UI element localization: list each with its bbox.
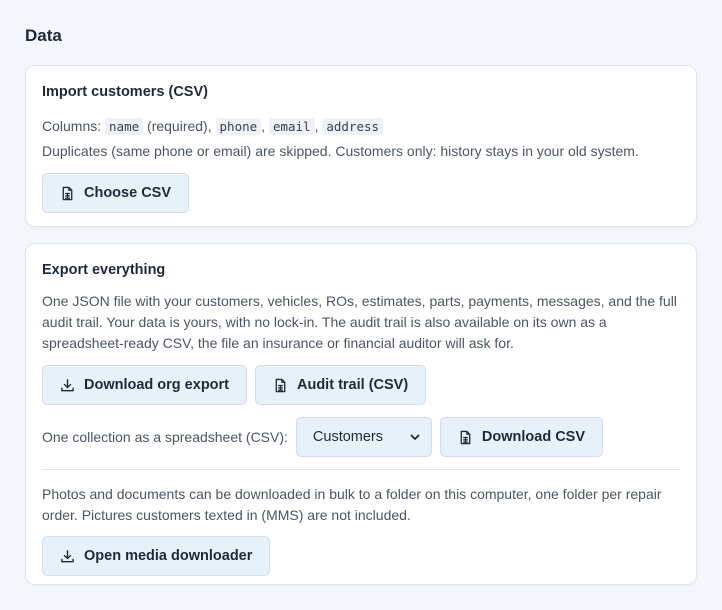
collection-label: One collection as a spreadsheet (CSV): — [42, 428, 288, 445]
file-spreadsheet-icon — [62, 186, 73, 200]
column-email: email — [268, 118, 315, 135]
column-address: address — [322, 118, 384, 135]
download-icon — [61, 549, 74, 562]
download-org-export-label: Download org export — [84, 377, 229, 393]
separator: , — [314, 118, 319, 134]
column-phone: phone — [215, 118, 262, 135]
download-csv-label: Download CSV — [481, 429, 586, 445]
divider — [42, 469, 680, 470]
media-description: Photos and documents can be downloaded i… — [42, 486, 662, 523]
collection-selected-value: Customers — [312, 429, 384, 445]
file-spreadsheet-icon — [275, 378, 286, 392]
chevron-down-icon — [410, 434, 420, 440]
download-icon — [61, 378, 74, 391]
import-customers-card: Import customers (CSV) Columns: name (re… — [25, 65, 697, 227]
separator: , — [261, 118, 266, 134]
file-spreadsheet-icon — [460, 430, 471, 444]
export-card-title: Export everything — [42, 262, 166, 278]
open-media-downloader-label: Open media downloader — [84, 548, 253, 564]
columns-prefix: Columns: — [42, 118, 102, 134]
download-csv-button[interactable]: Download CSV — [439, 417, 604, 457]
export-description: One JSON file with your customers, vehic… — [42, 293, 677, 351]
data-page: Data Import customers (CSV) Columns: nam… — [0, 0, 722, 585]
choose-csv-button[interactable]: Choose CSV — [42, 173, 190, 213]
audit-trail-csv-button[interactable]: Audit trail (CSV) — [255, 365, 427, 405]
collection-select[interactable]: Customers — [295, 417, 432, 457]
open-media-downloader-button[interactable]: Open media downloader — [42, 536, 271, 576]
page-title: Data — [25, 26, 62, 45]
column-name: name — [105, 118, 144, 135]
choose-csv-label: Choose CSV — [84, 185, 172, 201]
export-everything-card: Export everything One JSON file with you… — [25, 243, 697, 585]
import-description: Duplicates (same phone or email) are ski… — [42, 143, 639, 159]
download-org-export-button[interactable]: Download org export — [42, 365, 247, 405]
audit-trail-label: Audit trail (CSV) — [297, 377, 409, 393]
import-card-title: Import customers (CSV) — [42, 84, 208, 100]
column-name-suffix: (required), — [147, 118, 212, 134]
import-columns-line: Columns: name (required), phone, email, … — [42, 116, 680, 137]
